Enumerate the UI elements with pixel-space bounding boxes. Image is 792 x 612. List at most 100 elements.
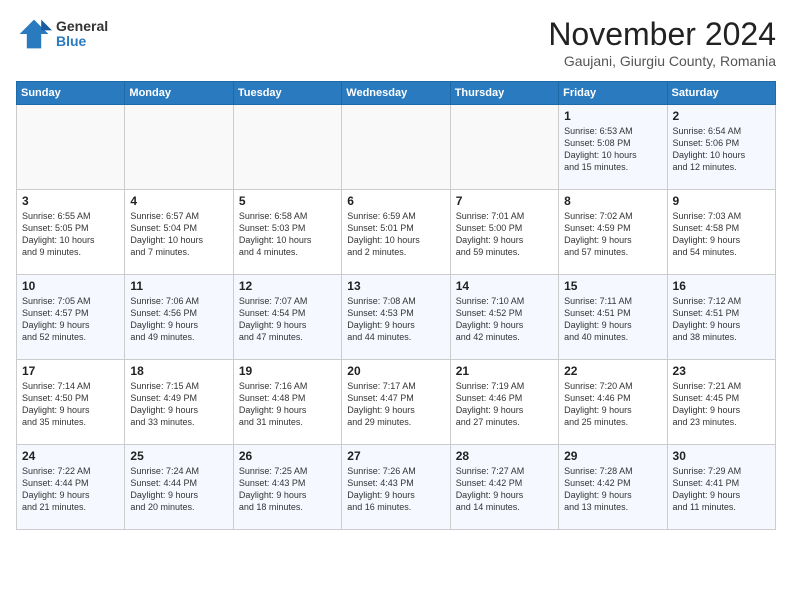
day-number: 10: [22, 279, 119, 293]
day-number: 14: [456, 279, 553, 293]
calendar-cell: 29 Sunrise: 7:28 AM Sunset: 4:42 PM Dayli…: [559, 445, 667, 530]
day-number: 23: [673, 364, 770, 378]
day-info: Sunrise: 6:58 AM Sunset: 5:03 PM Dayligh…: [239, 210, 336, 259]
weekday-header-sunday: Sunday: [17, 82, 125, 105]
week-row-3: 10 Sunrise: 7:05 AM Sunset: 4:57 PM Dayli…: [17, 275, 776, 360]
day-info: Sunrise: 7:11 AM Sunset: 4:51 PM Dayligh…: [564, 295, 661, 344]
calendar-cell: 22 Sunrise: 7:20 AM Sunset: 4:46 PM Dayli…: [559, 360, 667, 445]
calendar-cell: 23 Sunrise: 7:21 AM Sunset: 4:45 PM Dayli…: [667, 360, 775, 445]
calendar-cell: 28 Sunrise: 7:27 AM Sunset: 4:42 PM Dayli…: [450, 445, 558, 530]
day-number: 28: [456, 449, 553, 463]
logo-general: General: [56, 19, 108, 34]
page-header: General Blue November 2024 Gaujani, Giur…: [16, 16, 776, 69]
calendar-cell: 24Sunrise: 7:22 AM Sunset: 4:44 PM Dayli…: [17, 445, 125, 530]
calendar-cell: 11 Sunrise: 7:06 AM Sunset: 4:56 PM Dayli…: [125, 275, 233, 360]
weekday-header-row: SundayMondayTuesdayWednesdayThursdayFrid…: [17, 82, 776, 105]
week-row-4: 17Sunrise: 7:14 AM Sunset: 4:50 PM Dayli…: [17, 360, 776, 445]
day-info: Sunrise: 7:19 AM Sunset: 4:46 PM Dayligh…: [456, 380, 553, 429]
day-info: Sunrise: 7:26 AM Sunset: 4:43 PM Dayligh…: [347, 465, 444, 514]
calendar-cell: 17Sunrise: 7:14 AM Sunset: 4:50 PM Dayli…: [17, 360, 125, 445]
title-block: November 2024 Gaujani, Giurgiu County, R…: [548, 16, 776, 69]
week-row-2: 3 Sunrise: 6:55 AM Sunset: 5:05 PM Daylig…: [17, 190, 776, 275]
calendar-cell: 25 Sunrise: 7:24 AM Sunset: 4:44 PM Dayli…: [125, 445, 233, 530]
day-number: 29: [564, 449, 661, 463]
location: Gaujani, Giurgiu County, Romania: [548, 53, 776, 69]
calendar-cell: 6 Sunrise: 6:59 AM Sunset: 5:01 PM Daylig…: [342, 190, 450, 275]
calendar-cell: 12 Sunrise: 7:07 AM Sunset: 4:54 PM Dayli…: [233, 275, 341, 360]
day-number: 4: [130, 194, 227, 208]
day-number: 5: [239, 194, 336, 208]
day-info: Sunrise: 7:02 AM Sunset: 4:59 PM Dayligh…: [564, 210, 661, 259]
calendar-cell: [125, 105, 233, 190]
day-number: 3: [22, 194, 119, 208]
day-info: Sunrise: 7:06 AM Sunset: 4:56 PM Dayligh…: [130, 295, 227, 344]
calendar-cell: [233, 105, 341, 190]
day-number: 7: [456, 194, 553, 208]
day-info: Sunrise: 6:54 AM Sunset: 5:06 PM Dayligh…: [673, 125, 770, 174]
day-number: 30: [673, 449, 770, 463]
day-info: Sunrise: 6:55 AM Sunset: 5:05 PM Dayligh…: [22, 210, 119, 259]
day-number: 13: [347, 279, 444, 293]
calendar-cell: 15 Sunrise: 7:11 AM Sunset: 4:51 PM Dayli…: [559, 275, 667, 360]
day-info: Sunrise: 7:08 AM Sunset: 4:53 PM Dayligh…: [347, 295, 444, 344]
day-info: Sunrise: 7:16 AM Sunset: 4:48 PM Dayligh…: [239, 380, 336, 429]
calendar-cell: [342, 105, 450, 190]
day-info: Sunrise: 6:53 AM Sunset: 5:08 PM Dayligh…: [564, 125, 661, 174]
calendar-cell: 9 Sunrise: 7:03 AM Sunset: 4:58 PM Daylig…: [667, 190, 775, 275]
calendar-cell: 14Sunrise: 7:10 AM Sunset: 4:52 PM Dayli…: [450, 275, 558, 360]
day-info: Sunrise: 7:28 AM Sunset: 4:42 PM Dayligh…: [564, 465, 661, 514]
calendar-table: SundayMondayTuesdayWednesdayThursdayFrid…: [16, 81, 776, 530]
day-info: Sunrise: 6:57 AM Sunset: 5:04 PM Dayligh…: [130, 210, 227, 259]
calendar-cell: 3 Sunrise: 6:55 AM Sunset: 5:05 PM Daylig…: [17, 190, 125, 275]
day-number: 27: [347, 449, 444, 463]
weekday-header-wednesday: Wednesday: [342, 82, 450, 105]
calendar-cell: 21 Sunrise: 7:19 AM Sunset: 4:46 PM Dayli…: [450, 360, 558, 445]
week-row-5: 24Sunrise: 7:22 AM Sunset: 4:44 PM Dayli…: [17, 445, 776, 530]
day-info: Sunrise: 7:01 AM Sunset: 5:00 PM Dayligh…: [456, 210, 553, 259]
day-info: Sunrise: 7:22 AM Sunset: 4:44 PM Dayligh…: [22, 465, 119, 514]
weekday-header-saturday: Saturday: [667, 82, 775, 105]
calendar-cell: 30 Sunrise: 7:29 AM Sunset: 4:41 PM Dayli…: [667, 445, 775, 530]
day-number: 20: [347, 364, 444, 378]
day-info: Sunrise: 7:17 AM Sunset: 4:47 PM Dayligh…: [347, 380, 444, 429]
day-number: 11: [130, 279, 227, 293]
day-number: 1: [564, 109, 661, 123]
day-number: 2: [673, 109, 770, 123]
logo-icon: [16, 16, 52, 52]
calendar-cell: 20 Sunrise: 7:17 AM Sunset: 4:47 PM Dayli…: [342, 360, 450, 445]
calendar-cell: 10 Sunrise: 7:05 AM Sunset: 4:57 PM Dayli…: [17, 275, 125, 360]
day-info: Sunrise: 7:25 AM Sunset: 4:43 PM Dayligh…: [239, 465, 336, 514]
logo: General Blue: [16, 16, 108, 52]
day-info: Sunrise: 7:29 AM Sunset: 4:41 PM Dayligh…: [673, 465, 770, 514]
week-row-1: 1 Sunrise: 6:53 AM Sunset: 5:08 PM Daylig…: [17, 105, 776, 190]
day-info: Sunrise: 7:03 AM Sunset: 4:58 PM Dayligh…: [673, 210, 770, 259]
day-number: 25: [130, 449, 227, 463]
day-number: 8: [564, 194, 661, 208]
day-info: Sunrise: 7:21 AM Sunset: 4:45 PM Dayligh…: [673, 380, 770, 429]
calendar-cell: [17, 105, 125, 190]
day-number: 19: [239, 364, 336, 378]
day-number: 22: [564, 364, 661, 378]
day-info: Sunrise: 7:27 AM Sunset: 4:42 PM Dayligh…: [456, 465, 553, 514]
calendar-cell: 4 Sunrise: 6:57 AM Sunset: 5:04 PM Daylig…: [125, 190, 233, 275]
day-number: 21: [456, 364, 553, 378]
calendar-cell: 13 Sunrise: 7:08 AM Sunset: 4:53 PM Dayli…: [342, 275, 450, 360]
calendar-cell: 1 Sunrise: 6:53 AM Sunset: 5:08 PM Daylig…: [559, 105, 667, 190]
calendar-cell: 16Sunrise: 7:12 AM Sunset: 4:51 PM Dayli…: [667, 275, 775, 360]
day-number: 6: [347, 194, 444, 208]
day-info: Sunrise: 6:59 AM Sunset: 5:01 PM Dayligh…: [347, 210, 444, 259]
day-number: 17: [22, 364, 119, 378]
day-info: Sunrise: 7:24 AM Sunset: 4:44 PM Dayligh…: [130, 465, 227, 514]
weekday-header-thursday: Thursday: [450, 82, 558, 105]
calendar-cell: 2 Sunrise: 6:54 AM Sunset: 5:06 PM Daylig…: [667, 105, 775, 190]
day-info: Sunrise: 7:12 AM Sunset: 4:51 PM Dayligh…: [673, 295, 770, 344]
calendar-cell: 19 Sunrise: 7:16 AM Sunset: 4:48 PM Dayli…: [233, 360, 341, 445]
day-info: Sunrise: 7:07 AM Sunset: 4:54 PM Dayligh…: [239, 295, 336, 344]
day-info: Sunrise: 7:05 AM Sunset: 4:57 PM Dayligh…: [22, 295, 119, 344]
calendar-cell: 27 Sunrise: 7:26 AM Sunset: 4:43 PM Dayli…: [342, 445, 450, 530]
day-number: 9: [673, 194, 770, 208]
day-number: 15: [564, 279, 661, 293]
day-info: Sunrise: 7:20 AM Sunset: 4:46 PM Dayligh…: [564, 380, 661, 429]
weekday-header-monday: Monday: [125, 82, 233, 105]
day-number: 12: [239, 279, 336, 293]
